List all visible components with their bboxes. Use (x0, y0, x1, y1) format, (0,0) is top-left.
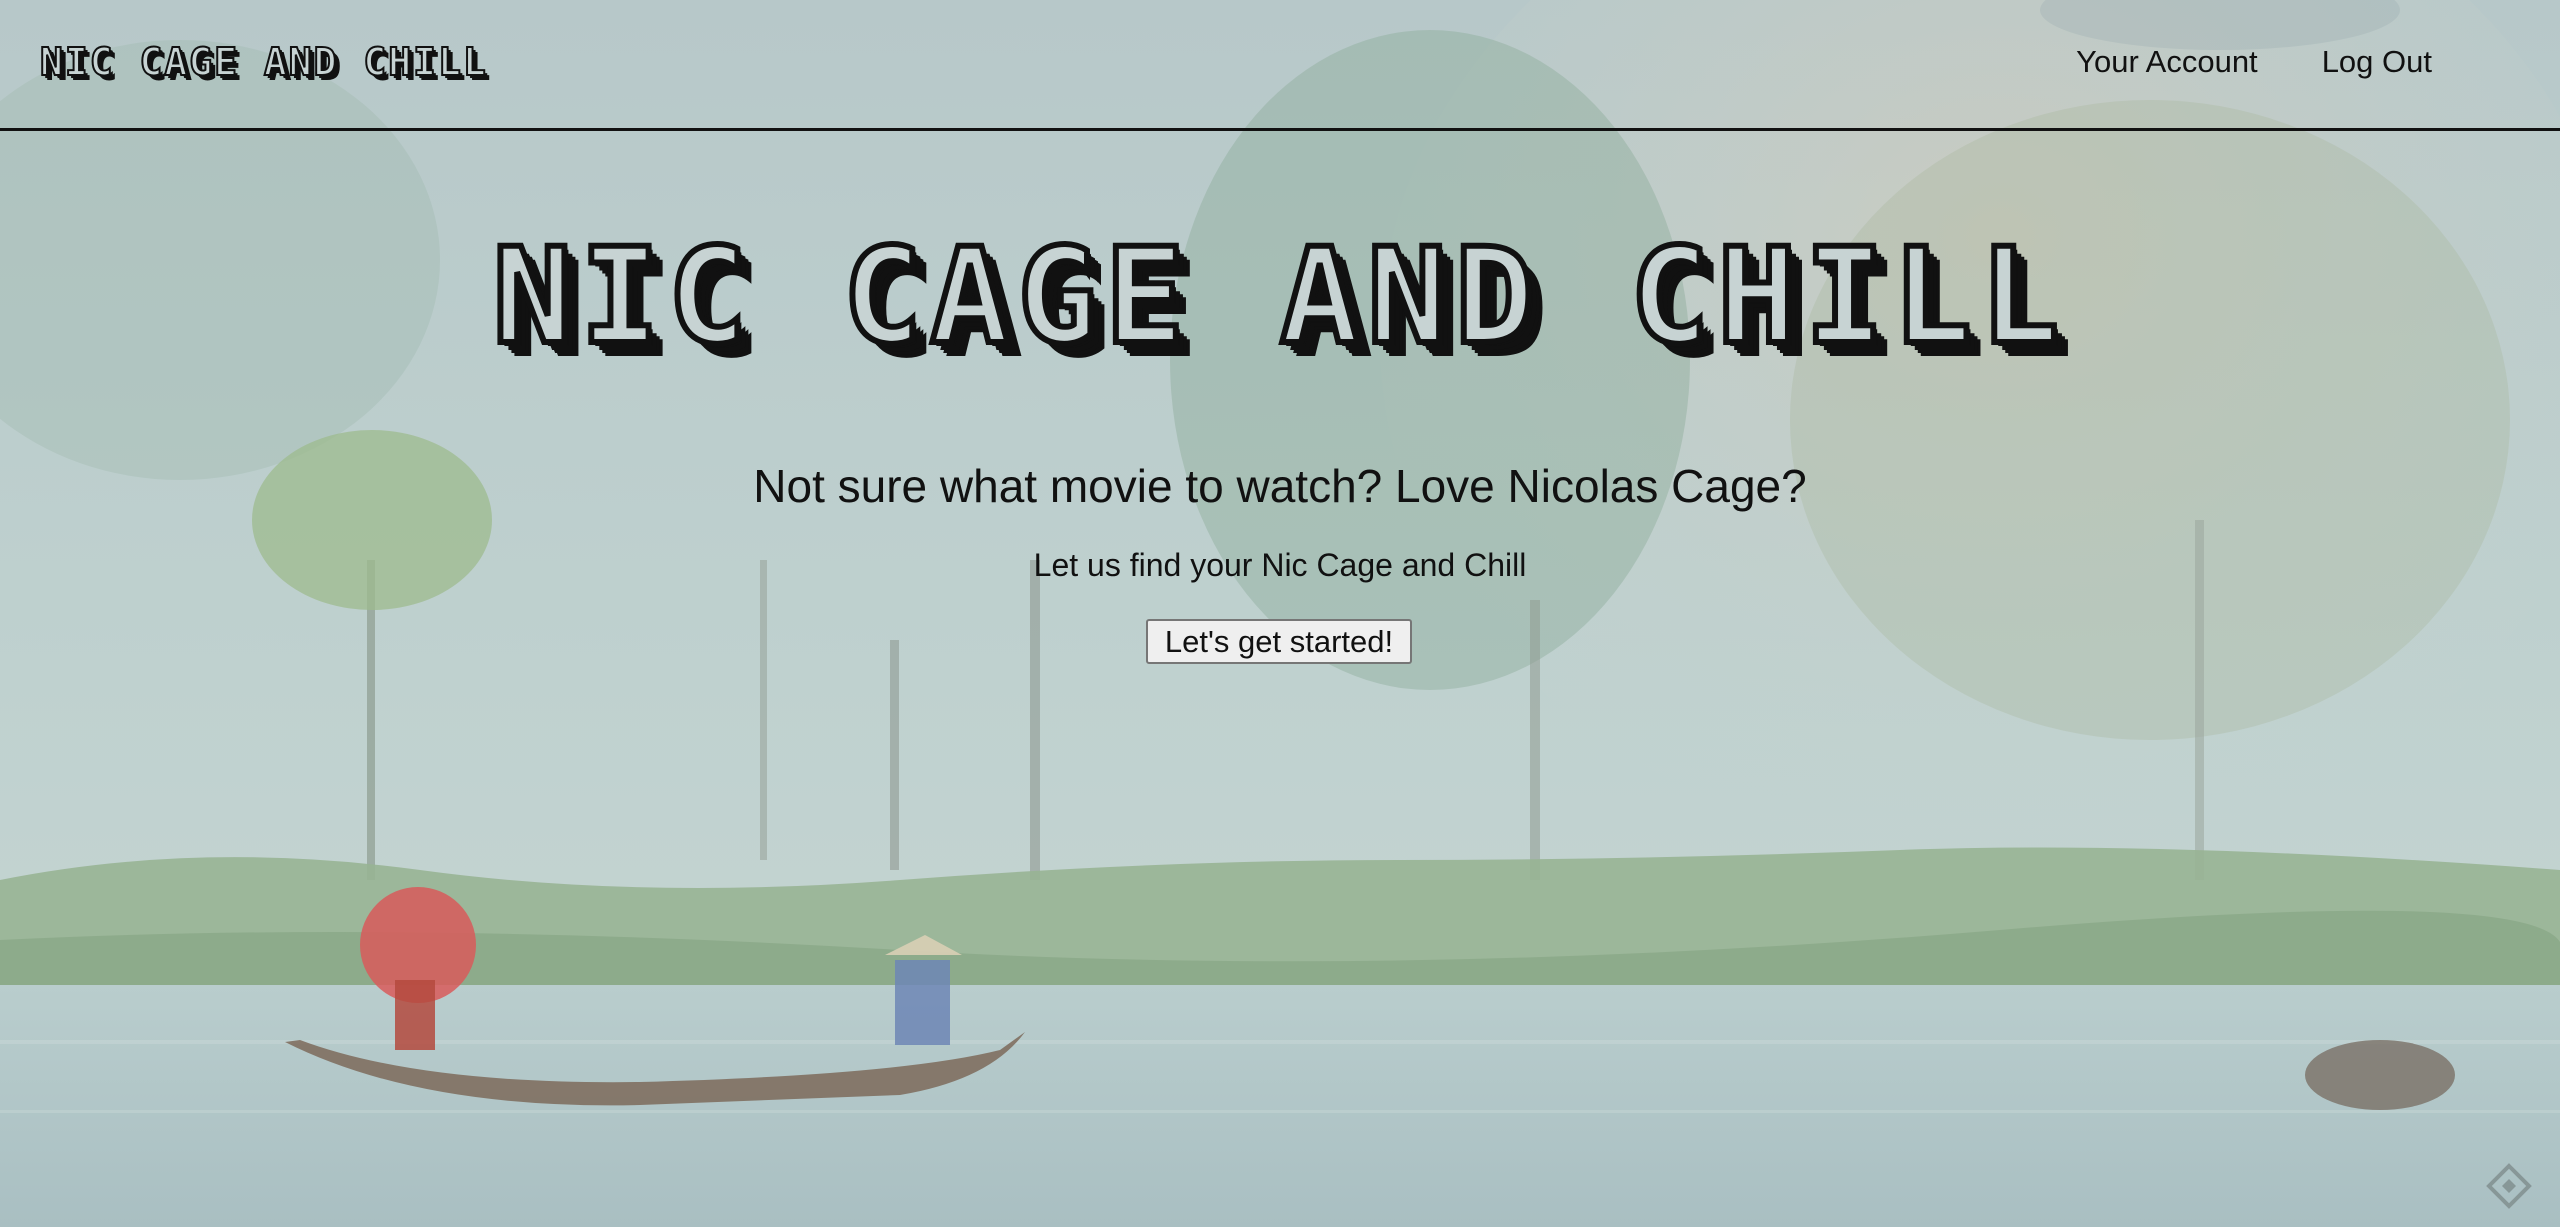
hero-title: NIC CAGE AND CHILL (490, 219, 2068, 375)
your-account-link[interactable]: Your Account (2076, 44, 2258, 80)
background-image (0, 0, 2560, 1227)
log-out-link[interactable]: Log Out (2322, 44, 2432, 80)
top-nav: Your Account Log Out (2076, 44, 2432, 80)
diamond-logo-icon (2486, 1163, 2532, 1209)
get-started-button[interactable]: Let's get started! (1146, 619, 1412, 664)
site-header: NIC CAGE AND CHILL Your Account Log Out (0, 0, 2560, 131)
hero-subtitle: Let us find your Nic Cage and Chill (1033, 547, 1527, 583)
hero-question: Not sure what movie to watch? Love Nicol… (753, 460, 1807, 512)
brand-logo[interactable]: NIC CAGE AND CHILL (39, 39, 488, 85)
